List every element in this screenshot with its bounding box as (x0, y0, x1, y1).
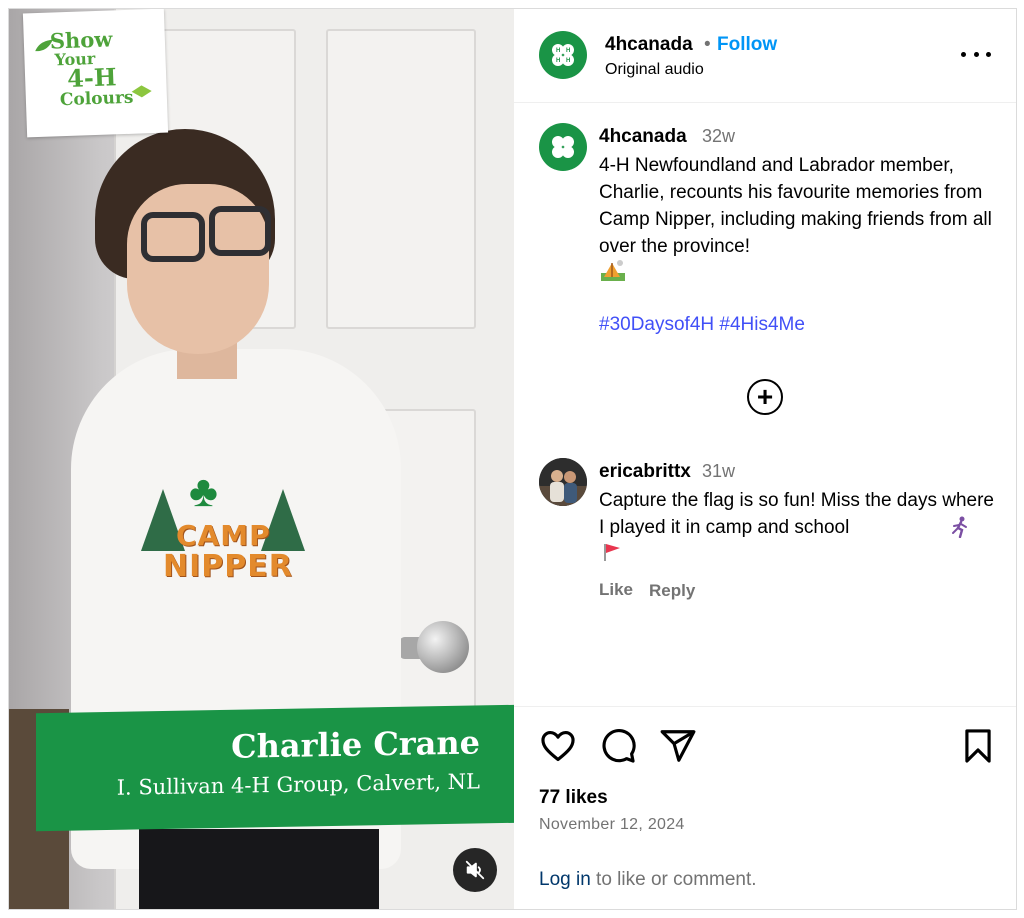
like-count[interactable]: 77 likes (539, 787, 608, 809)
door-knob (417, 621, 469, 673)
audio-label[interactable]: Original audio (605, 61, 704, 79)
bookmark-icon[interactable] (959, 727, 997, 765)
caption-text: 4-H Newfoundland and Labrador member, Ch… (599, 155, 992, 257)
post-header: HH HH 4hcanada • Follow Original audio (514, 9, 1016, 103)
follow-button[interactable]: Follow (717, 34, 777, 56)
commenter-avatar[interactable] (539, 458, 587, 506)
svg-text:H: H (556, 48, 560, 54)
shirt-text-camp: CAMP (176, 519, 271, 552)
banner-name: Charlie Crane (231, 723, 480, 766)
share-icon[interactable] (659, 727, 697, 765)
login-link[interactable]: Log in (539, 869, 591, 890)
show-your-4h-colours-logo: Show Your 4-H Colours (22, 9, 169, 138)
banner-subtitle: I. Sullivan 4-H Group, Calvert, NL (116, 769, 480, 800)
person-pants (139, 829, 379, 909)
comment-icon[interactable] (599, 727, 637, 765)
camping-icon (601, 260, 625, 281)
clover-icon: ♣ (189, 467, 218, 516)
plus-circle-icon[interactable]: + (747, 379, 783, 415)
glasses (141, 212, 205, 262)
header-separator: • (704, 34, 711, 55)
post-video[interactable]: ♣ CAMP NIPPER Show Your 4-H Colours Char… (9, 9, 514, 909)
caption-timestamp[interactable]: 32w (702, 126, 735, 147)
post-side-panel: HH HH 4hcanada • Follow Original audio 4 (514, 9, 1016, 909)
comment-reply-button[interactable]: Reply (649, 581, 695, 601)
flag-icon (604, 544, 620, 561)
post-actions: 77 likes November 12, 2024 Log in to lik… (514, 706, 1016, 909)
post-date[interactable]: November 12, 2024 (539, 816, 685, 834)
login-prompt: Log in to like or comment. (539, 869, 757, 891)
comment-timestamp[interactable]: 31w (702, 461, 735, 482)
caption-hashtags: #30Daysof4H #4His4Me (599, 314, 805, 336)
comment-text: Capture the flag is so fun! Miss the day… (599, 490, 994, 538)
volume-muted-icon[interactable] (453, 848, 497, 892)
glasses (209, 206, 271, 256)
svg-text:H: H (566, 58, 570, 64)
comment-like-button[interactable]: Like (599, 580, 633, 600)
shirt-text-nipper: NIPPER (163, 549, 293, 584)
hashtag-link[interactable]: #4His4Me (719, 314, 805, 335)
runner-icon (952, 516, 967, 538)
caption-avatar[interactable] (539, 123, 587, 171)
more-options-icon[interactable] (961, 39, 991, 69)
name-banner: Charlie Crane I. Sullivan 4-H Group, Cal… (36, 704, 514, 832)
svg-text:H: H (566, 48, 570, 54)
caption-username[interactable]: 4hcanada (599, 126, 687, 148)
login-prompt-text: to like or comment. (590, 869, 757, 890)
post-dialog: ♣ CAMP NIPPER Show Your 4-H Colours Char… (8, 8, 1017, 910)
hashtag-link[interactable]: #30Daysof4H (599, 314, 714, 335)
heart-icon[interactable] (539, 727, 577, 765)
4h-canada-avatar[interactable]: HH HH (539, 31, 587, 79)
comment-username[interactable]: ericabrittx (599, 461, 691, 483)
svg-text:H: H (556, 58, 560, 64)
header-username[interactable]: 4hcanada (605, 34, 693, 56)
